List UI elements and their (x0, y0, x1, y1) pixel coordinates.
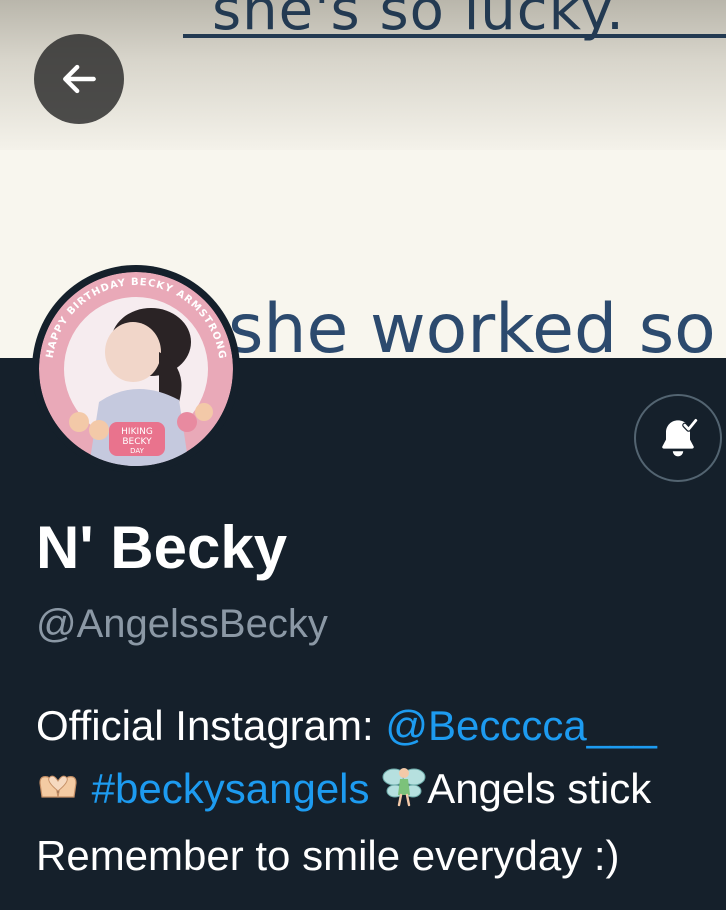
banner-strikethrough (183, 34, 726, 38)
banner-text-line2: she worked so h (228, 290, 726, 358)
avatar[interactable]: HIKING BECKY DAY HAPPY BIRTHDAY BECKY AR… (32, 265, 240, 473)
bio-line-1: Official Instagram: @Becccca___ (36, 694, 726, 757)
profile-screen: she's so lucky. she worked so h HIKING B… (0, 0, 726, 910)
bell-subscribed-icon (662, 417, 699, 457)
heart-hands-emoji (36, 761, 80, 824)
avatar-image: HIKING BECKY DAY HAPPY BIRTHDAY BECKY AR… (39, 272, 233, 466)
user-handle: @AngelssBecky (36, 602, 328, 646)
avatar-badge-line1: HIKING (121, 427, 153, 437)
arrow-left-icon (63, 64, 96, 94)
bio-line-2: #beckysangels Angels stick (36, 757, 726, 824)
instagram-mention-link[interactable]: @Becccca___ (385, 702, 656, 749)
profile-bio: Official Instagram: @Becccca___ #beckysa… (36, 694, 726, 887)
notifications-button[interactable] (634, 394, 722, 482)
avatar-badge-line2: BECKY (122, 437, 152, 447)
bio-line2-text: Angels stick (427, 765, 652, 812)
avatar-badge-line3: DAY (130, 447, 145, 455)
bio-instagram-label: Official Instagram: (36, 702, 386, 749)
fairy-emoji (381, 761, 427, 824)
hashtag-link[interactable]: #beckysangels (92, 765, 370, 812)
back-button[interactable] (34, 34, 124, 124)
bio-line-3: Remember to smile everyday :) (36, 832, 620, 879)
display-name: N' Becky (36, 514, 288, 581)
